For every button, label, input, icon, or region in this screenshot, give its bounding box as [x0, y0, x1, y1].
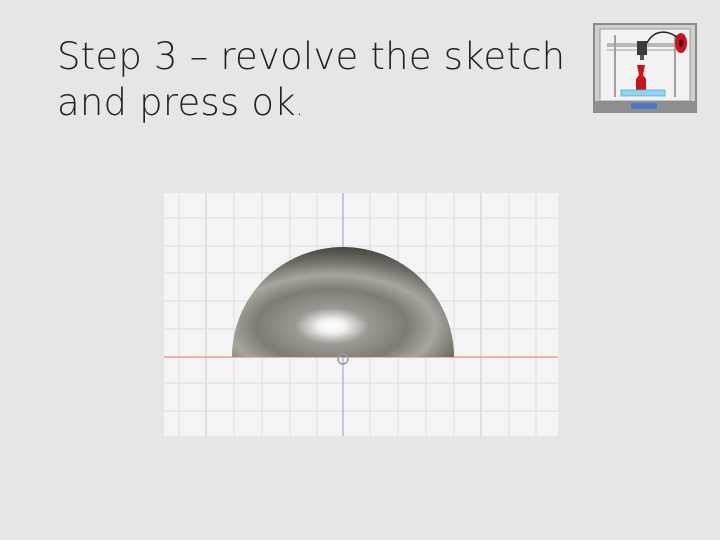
hemisphere-body: [232, 247, 454, 357]
3d-printer-icon: [593, 23, 697, 113]
hemisphere-model: [164, 193, 558, 436]
title-line-2-text: and press ok: [57, 81, 296, 124]
slide: Step 3 – revolve the sketch and press ok…: [0, 0, 720, 540]
slide-title: Step 3 – revolve the sketch and press ok…: [57, 34, 566, 132]
cad-viewport[interactable]: [164, 193, 558, 436]
title-line-2: and press ok.: [57, 80, 557, 132]
title-line-1: Step 3 – revolve the sketch: [57, 35, 566, 78]
title-period: .: [295, 96, 304, 121]
